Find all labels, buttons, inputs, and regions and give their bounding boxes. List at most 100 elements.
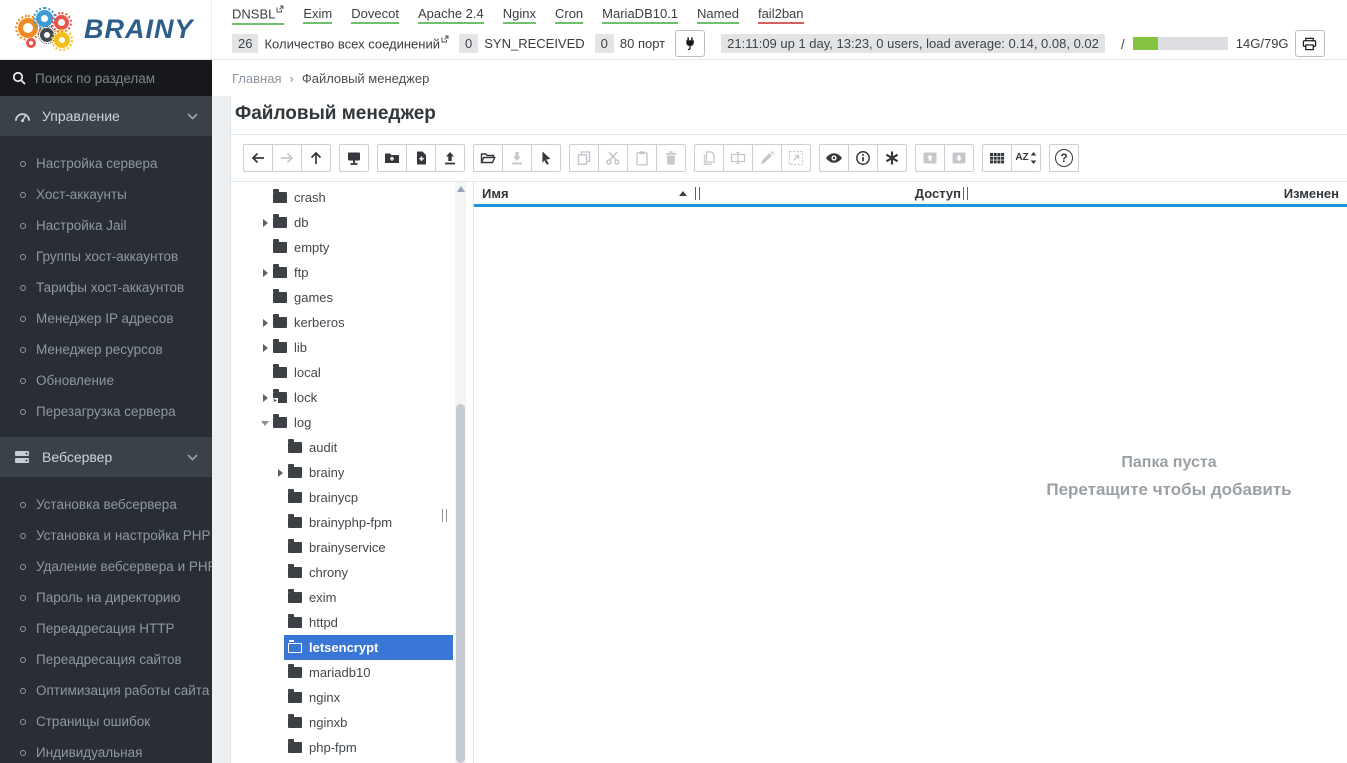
tree-item-lock[interactable]: lock: [231, 385, 473, 410]
expander-icon[interactable]: [259, 416, 273, 430]
tree-item-brainyservice[interactable]: brainyservice: [231, 535, 473, 560]
logo[interactable]: BRAINY: [0, 0, 212, 59]
column-header-access[interactable]: Доступ: [915, 186, 961, 201]
tree-item-letsencrypt[interactable]: letsencrypt: [231, 635, 473, 660]
rename-button[interactable]: [723, 144, 753, 172]
copy-button[interactable]: [569, 144, 599, 172]
sidebar-item-webserver-install[interactable]: Установка вебсервера: [0, 489, 212, 520]
print-button[interactable]: [1294, 30, 1325, 57]
service-link-dnsbl[interactable]: DNSBL: [232, 5, 285, 25]
service-link-cron[interactable]: Cron: [554, 6, 584, 24]
upload-button[interactable]: [435, 144, 465, 172]
sidebar-item-individual[interactable]: Индивидуальная: [0, 737, 212, 763]
duplicate-button[interactable]: [694, 144, 724, 172]
scroll-up-arrow-icon[interactable]: [456, 186, 465, 192]
service-link-apache[interactable]: Apache 2.4: [417, 6, 484, 24]
column-header-modified[interactable]: Изменен: [1284, 186, 1339, 201]
sidebar-item-php-install[interactable]: Установка и настройка PHP: [0, 520, 212, 551]
expander-icon[interactable]: [259, 216, 273, 230]
expander-icon[interactable]: [274, 466, 288, 480]
preview-button[interactable]: [819, 144, 849, 172]
sidebar-item-error-pages[interactable]: Страницы ошибок: [0, 706, 212, 737]
download-button[interactable]: [502, 144, 532, 172]
expander-icon[interactable]: [259, 316, 273, 330]
tree-item-local[interactable]: local: [231, 360, 473, 385]
service-link-mariadb[interactable]: MariaDB10.1: [602, 6, 679, 24]
tree-scrollbar[interactable]: [455, 182, 466, 763]
new-file-button[interactable]: [406, 144, 436, 172]
connections-plug-button[interactable]: [675, 30, 706, 57]
back-button[interactable]: [243, 144, 273, 172]
service-link-fail2ban[interactable]: fail2ban: [757, 6, 804, 24]
tree-item-php-fpm[interactable]: php-fpm: [231, 735, 473, 760]
file-list-panel: Имя Доступ Изменен Папка пуста Перетащит…: [474, 182, 1347, 763]
compress-button[interactable]: [915, 144, 945, 172]
sort-button[interactable]: AZ: [1011, 144, 1041, 172]
paste-button[interactable]: [627, 144, 657, 172]
scrollbar-thumb[interactable]: [456, 404, 465, 763]
tree-item-audit[interactable]: audit: [231, 435, 473, 460]
view-grid-button[interactable]: [982, 144, 1012, 172]
connections-label[interactable]: Количество всех соединений: [264, 35, 449, 52]
sidebar-item-resource-manager[interactable]: Менеджер ресурсов: [0, 334, 212, 365]
tree-item-games[interactable]: games: [231, 285, 473, 310]
expander-icon[interactable]: [259, 391, 273, 405]
sidebar-item-directory-password[interactable]: Пароль на директорию: [0, 582, 212, 613]
help-button[interactable]: ?: [1049, 144, 1079, 172]
select-pointer-button[interactable]: [531, 144, 561, 172]
sidebar-item-ip-manager[interactable]: Менеджер IP адресов: [0, 303, 212, 334]
tree-item-lib[interactable]: lib: [231, 335, 473, 360]
tree-item-chrony[interactable]: chrony: [231, 560, 473, 585]
tree-item-kerberos[interactable]: kerberos: [231, 310, 473, 335]
tree-resize-grip[interactable]: [442, 509, 447, 522]
decompress-button[interactable]: [944, 144, 974, 172]
tree-item-nginx[interactable]: nginx: [231, 685, 473, 710]
sidebar-item-http-redirect[interactable]: Переадресация HTTP: [0, 613, 212, 644]
sidebar-section-management[interactable]: Управление: [0, 96, 212, 136]
tree-item-exim[interactable]: exim: [231, 585, 473, 610]
open-folder-button[interactable]: [473, 144, 503, 172]
sidebar-item-host-groups[interactable]: Группы хост-аккаунтов: [0, 241, 212, 272]
tree-item-crash[interactable]: crash: [231, 185, 473, 210]
sidebar-item-webserver-remove[interactable]: Удаление вебсервера и PHP: [0, 551, 212, 582]
tree-item-db[interactable]: db: [231, 210, 473, 235]
tree-item-brainycp[interactable]: brainycp: [231, 485, 473, 510]
service-link-exim[interactable]: Exim: [303, 6, 333, 24]
sidebar-item-host-tariffs[interactable]: Тарифы хост-аккаунтов: [0, 272, 212, 303]
attributes-button[interactable]: [877, 144, 907, 172]
sidebar-item-site-redirect[interactable]: Переадресация сайтов: [0, 644, 212, 675]
service-link-named[interactable]: Named: [697, 6, 739, 24]
service-link-dovecot[interactable]: Dovecot: [351, 6, 399, 24]
sidebar-item-update[interactable]: Обновление: [0, 365, 212, 396]
info-button[interactable]: [848, 144, 878, 172]
sidebar-item-server-settings[interactable]: Настройка сервера: [0, 148, 212, 179]
new-folder-button[interactable]: [377, 144, 407, 172]
forward-button[interactable]: [272, 144, 302, 172]
tree-item-nginxb[interactable]: nginxb: [231, 710, 473, 735]
breadcrumb-home[interactable]: Главная: [232, 71, 281, 86]
tree-item-mariadb10[interactable]: mariadb10: [231, 660, 473, 685]
sidebar-item-server-reboot[interactable]: Перезагрузка сервера: [0, 396, 212, 427]
tree-item-brainy[interactable]: brainy: [231, 460, 473, 485]
extract-button[interactable]: [781, 144, 811, 172]
tree-item-httpd[interactable]: httpd: [231, 610, 473, 635]
cut-button[interactable]: [598, 144, 628, 172]
edit-button[interactable]: [752, 144, 782, 172]
tree-item-log[interactable]: log: [231, 410, 473, 435]
sidebar-section-webserver[interactable]: Вебсервер: [0, 437, 212, 477]
expander-icon[interactable]: [259, 266, 273, 280]
expander-icon[interactable]: [259, 341, 273, 355]
tree-item-ftp[interactable]: ftp: [231, 260, 473, 285]
sidebar-item-host-accounts[interactable]: Хост-аккаунты: [0, 179, 212, 210]
tree-item-brainyphp-fpm[interactable]: brainyphp-fpm: [231, 510, 473, 535]
delete-button[interactable]: [656, 144, 686, 172]
up-button[interactable]: [301, 144, 331, 172]
sidebar-item-jail-settings[interactable]: Настройка Jail: [0, 210, 212, 241]
column-header-name[interactable]: Имя: [482, 186, 509, 201]
workspace-button[interactable]: [339, 144, 369, 172]
tree-item-empty[interactable]: empty: [231, 235, 473, 260]
search-input[interactable]: [35, 70, 200, 86]
sidebar-item-site-optimization[interactable]: Оптимизация работы сайта: [0, 675, 212, 706]
search-icon: [12, 71, 35, 85]
service-link-nginx[interactable]: Nginx: [502, 6, 536, 24]
